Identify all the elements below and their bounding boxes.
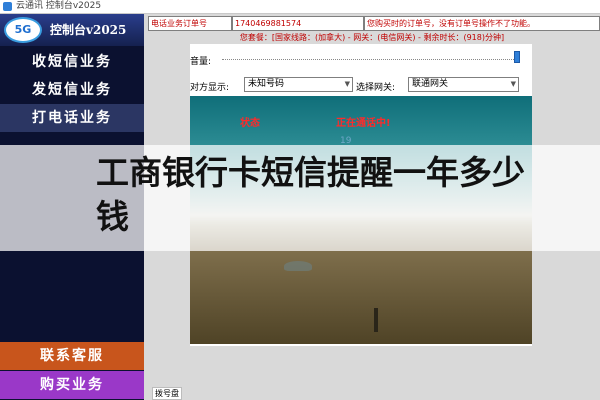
caller-display-select[interactable]: 未知号码 ▼ [244, 77, 353, 92]
volume-slider-thumb[interactable] [514, 51, 520, 63]
dial-pad-tab[interactable]: 拨号盘 [152, 387, 182, 400]
status-label: 状态 [240, 118, 260, 129]
gateway-select[interactable]: 联通网关 ▼ [408, 77, 519, 92]
logo: 5G 控制台v2025 [0, 14, 144, 46]
gateway-value: 联通网关 [412, 79, 449, 89]
overlay-headline: 工商银行卡短信提醒一年多少钱 [96, 153, 525, 236]
contact-support-button[interactable]: 联系客服 [0, 342, 144, 370]
order-number-input[interactable]: 1740469881574 [232, 16, 364, 31]
logo-badge: 5G [4, 17, 42, 43]
window-titlebar: 云通讯 控制台v2025 [0, 0, 600, 14]
sidebar-item-send-sms[interactable]: 发短信业务 [0, 76, 144, 104]
sidebar-item-receive-sms[interactable]: 收短信业务 [0, 48, 144, 76]
caller-display-label: 对方显示: [190, 83, 230, 93]
volume-slider[interactable] [222, 59, 520, 61]
tree-silhouette [284, 261, 312, 271]
window-title: 云通讯 控制台v2025 [16, 1, 102, 11]
logo-text: 控制台v2025 [50, 23, 127, 37]
package-info: 您套餐：[国家线路：(加拿大) - 网关：(电信网关) - 剩余时长：(918)… [239, 33, 505, 42]
gateway-label: 选择网关: [356, 83, 396, 93]
buy-service-button[interactable]: 购买业务 [0, 371, 144, 399]
order-hint: 您购买时的订单号，没有订单号操作不了功能。 [364, 16, 600, 31]
sidebar-item-phone-call[interactable]: 打电话业务 [0, 104, 144, 132]
caller-display-value: 未知号码 [248, 79, 285, 89]
volume-label: 音量: [190, 57, 212, 67]
fence-post [374, 308, 378, 332]
chevron-down-icon: ▼ [510, 80, 516, 88]
call-status: 正在通话中! [336, 118, 391, 129]
order-label: 电话业务订单号 [148, 16, 232, 31]
app-icon [3, 2, 12, 11]
chevron-down-icon: ▼ [344, 80, 350, 88]
